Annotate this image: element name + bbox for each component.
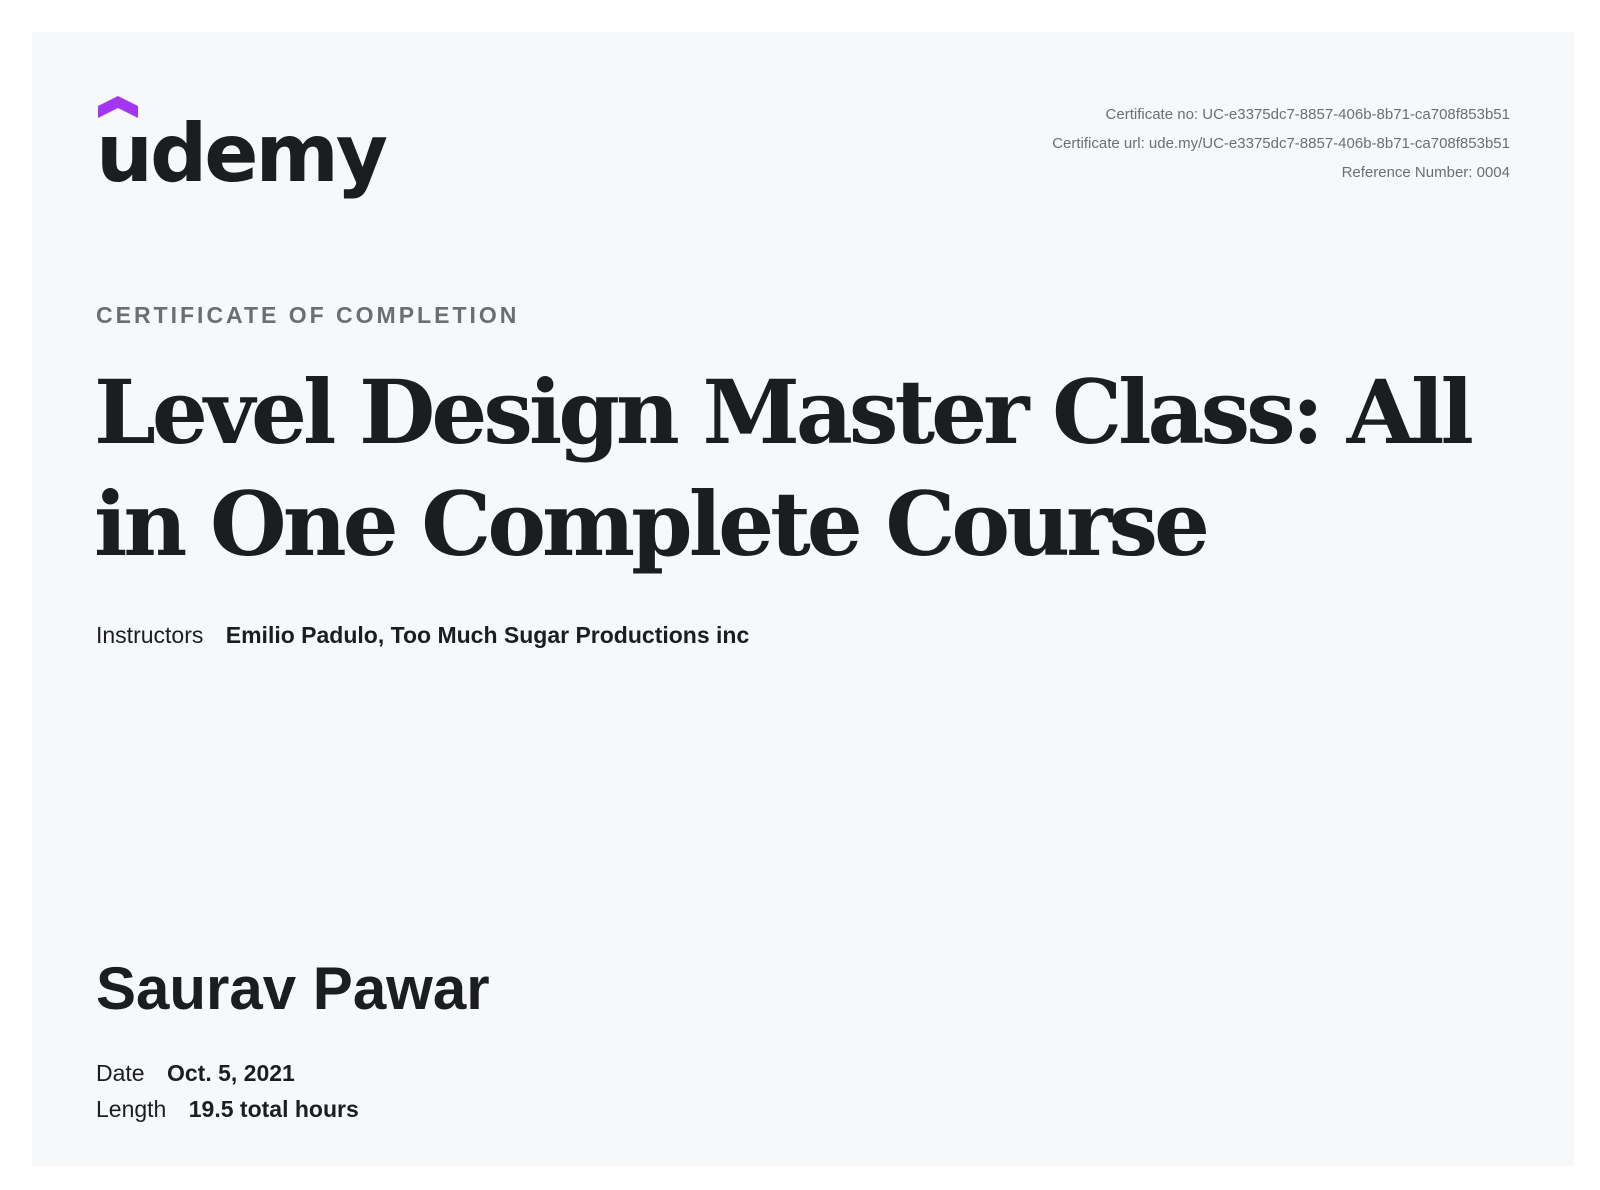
certificate-heading: CERTIFICATE OF COMPLETION <box>96 302 520 328</box>
certificate-url: Certificate url: ude.my/UC-e3375dc7-8857… <box>1052 135 1510 152</box>
certificate-number: Certificate no: UC-e3375dc7-8857-406b-8b… <box>1105 106 1510 123</box>
length-row: Length 19.5 total hours <box>96 1096 359 1123</box>
date-row: Date Oct. 5, 2021 <box>96 1060 295 1087</box>
instructors-names: Emilio Padulo, Too Much Sugar Production… <box>225 622 750 648</box>
date-label: Date <box>96 1060 145 1086</box>
reference-number: Reference Number: 0004 <box>1341 164 1510 181</box>
certificate-meta: Certificate no: UC-e3375dc7-8857-406b-8b… <box>1052 100 1510 187</box>
length-label: Length <box>96 1096 167 1122</box>
course-title: Level Design Master Class: All in One Co… <box>94 360 1474 576</box>
udemy-logo: udemy <box>96 94 388 194</box>
certificate-sheet: udemy Certificate no: UC-e3375dc7-8857-4… <box>32 32 1574 1166</box>
date-value: Oct. 5, 2021 <box>166 1060 295 1086</box>
instructors-row: Instructors Emilio Padulo, Too Much Suga… <box>96 622 749 649</box>
student-name: Saurav Pawar <box>96 955 490 1022</box>
length-value: 19.5 total hours <box>188 1096 359 1122</box>
udemy-logo-wordmark: udemy <box>96 107 388 200</box>
instructors-label: Instructors <box>96 622 204 648</box>
